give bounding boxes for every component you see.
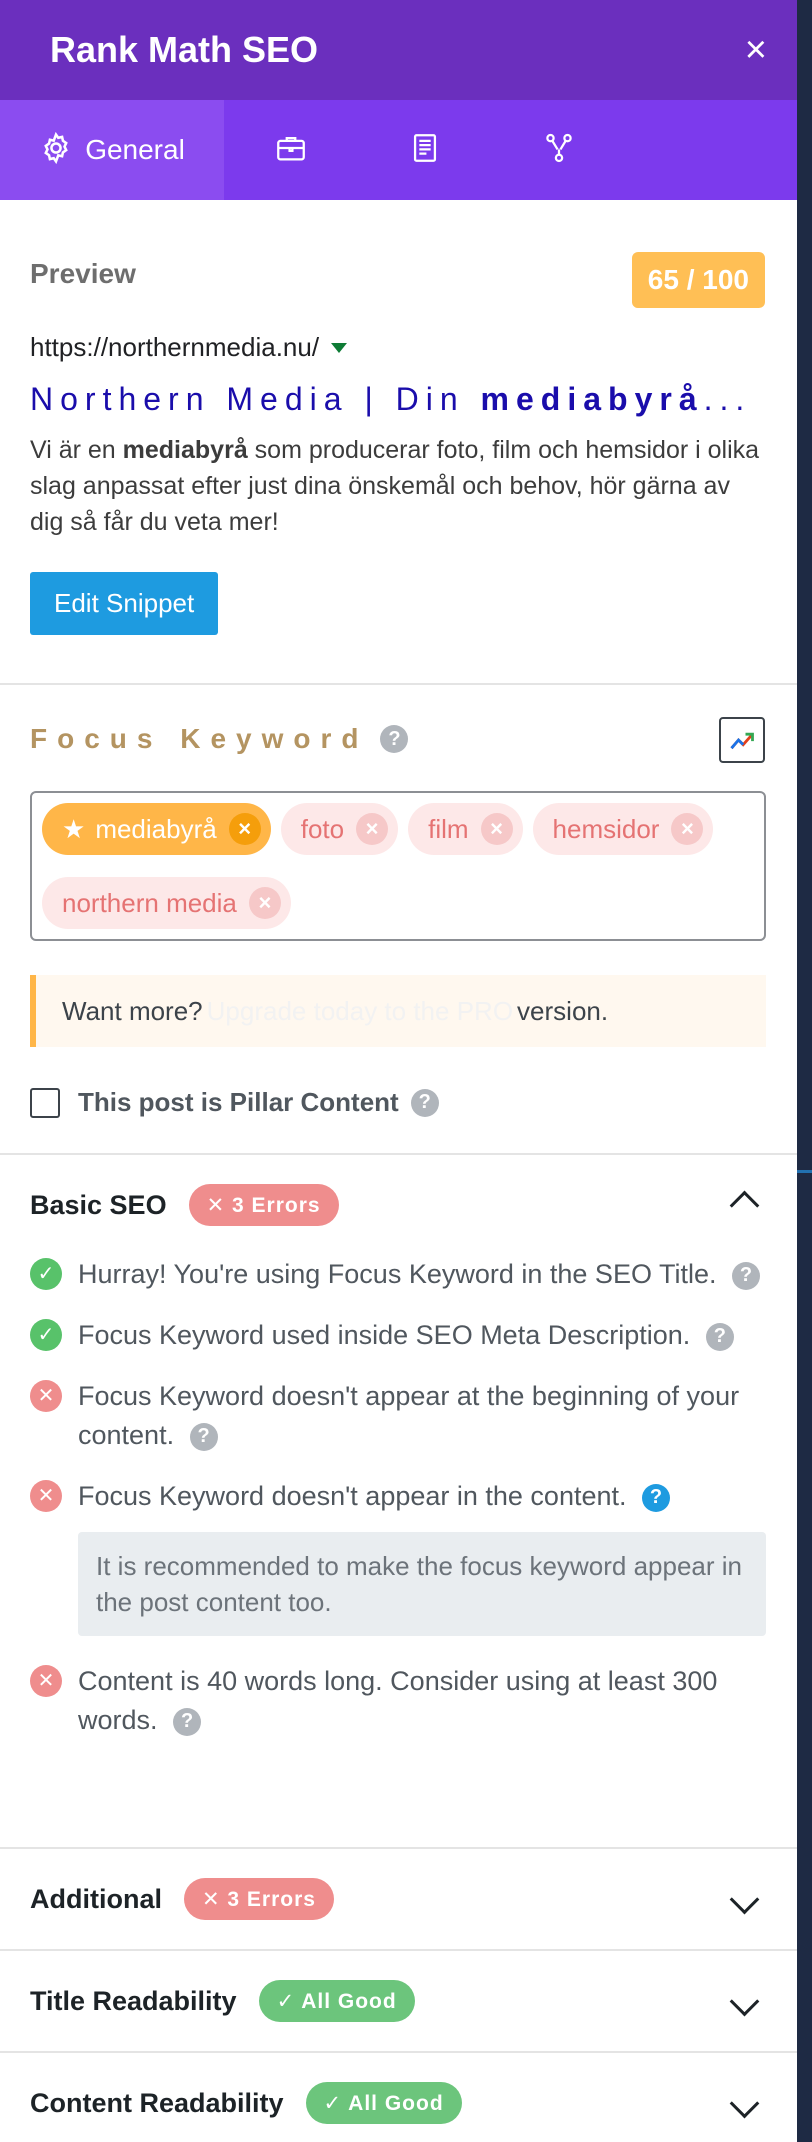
basic-seo-header[interactable]: Basic SEO ✕ 3 Errors [30,1155,767,1255]
serp-title-keyword: mediabyrå [480,381,704,417]
pillar-content-label[interactable]: This post is Pillar Content [78,1087,399,1118]
pillar-content-checkbox[interactable] [30,1087,60,1118]
check-error-icon: ✕ [30,1480,62,1512]
keyword-tag[interactable]: hemsidor × [532,803,714,855]
content-readability-title: Content Readability [30,2087,284,2118]
trend-chart-icon [730,732,754,750]
check-item: ✓ Focus Keyword used inside SEO Meta Des… [30,1316,767,1355]
all-good-badge: ✓ All Good [305,2082,462,2124]
keyword-tag-label: northern media [62,887,237,918]
remove-keyword-icon[interactable]: × [671,813,704,845]
tab-schema[interactable] [358,100,492,200]
tab-general[interactable]: General [0,100,224,200]
check-error-icon: ✕ [30,1665,62,1697]
keyword-tag[interactable]: foto × [280,803,399,855]
check-text: Focus Keyword used inside SEO Meta Descr… [78,1320,691,1350]
help-icon[interactable]: ? [705,1322,734,1351]
keyword-tag[interactable]: film × [408,803,523,855]
additional-title: Additional [30,1883,162,1914]
help-icon[interactable]: ? [380,725,409,753]
help-icon[interactable]: ? [173,1707,202,1736]
url-dropdown-arrow-icon [331,342,348,353]
check-error-icon: ✕ [30,1380,62,1412]
edit-snippet-button[interactable]: Edit Snippet [30,572,219,635]
chevron-down-icon[interactable] [729,1884,760,1914]
upgrade-link[interactable]: Upgrade today to the PRO [207,996,513,1027]
content-readability-section-header[interactable]: Content Readability ✓ All Good [0,2053,797,2142]
focus-keyword-label: Focus Keyword [30,723,369,754]
additional-section-header[interactable]: Additional ✕ 3 Errors [0,1849,797,1951]
schema-network-icon [542,131,576,170]
tab-social[interactable] [492,100,626,200]
serp-desc-prefix: Vi är en [30,436,123,464]
keyword-tag-label: mediabyrå [95,813,217,844]
help-icon-active[interactable]: ? [642,1483,671,1512]
error-count-badge: ✕ 3 Errors [188,1184,339,1226]
keyword-tag-label: film [428,813,469,844]
pillar-content-option: This post is Pillar Content ? [30,1087,439,1118]
check-text: Hurray! You're using Focus Keyword in th… [78,1259,717,1289]
check-success-icon: ✓ [30,1319,62,1351]
chevron-down-icon[interactable] [729,2088,760,2118]
remove-keyword-icon[interactable]: × [228,813,261,845]
basic-seo-title: Basic SEO [30,1189,167,1220]
basic-seo-section: Basic SEO ✕ 3 Errors ✓ Hurray! You're us… [0,1155,797,1849]
upgrade-suffix: version. [517,995,609,1026]
upgrade-notice: Want more? Upgrade today to the PRO vers… [30,975,766,1047]
focus-keyword-input[interactable]: ★ mediabyrå × foto × film × hemsidor × n… [30,791,766,941]
remove-keyword-icon[interactable]: × [356,813,389,845]
focus-keyword-title: Focus Keyword ? [30,723,409,755]
document-icon [408,131,442,170]
chevron-down-icon[interactable] [729,1986,760,2016]
snippet-preview: Preview 65 / 100 https://northernmedia.n… [0,200,797,685]
all-good-badge: ✓ All Good [258,1980,415,2022]
keyword-tag-primary[interactable]: ★ mediabyrå × [42,803,271,855]
scroll-indicator [797,1170,812,1173]
check-item: ✓ Hurray! You're using Focus Keyword in … [30,1255,767,1294]
serp-url: https://northernmedia.nu/ [30,332,767,363]
rank-math-panel: Rank Math SEO × General Preview 65 / 100… [0,0,797,2142]
tab-bar: General [0,100,797,200]
serp-desc-keyword: mediabyrå [122,436,248,464]
check-item: ✕ Content is 40 words long. Consider usi… [30,1662,767,1740]
title-readability-section-header[interactable]: Title Readability ✓ All Good [0,1951,797,2053]
check-text: Focus Keyword doesn't appear in the cont… [78,1481,627,1511]
keyword-tag[interactable]: northern media × [42,877,291,929]
keyword-tag-label: hemsidor [552,813,660,844]
seo-score-badge: 65 / 100 [631,252,765,308]
remove-keyword-icon[interactable]: × [248,887,281,919]
error-count-badge: ✕ 3 Errors [183,1878,334,1920]
title-readability-title: Title Readability [30,1985,237,2016]
gear-icon [39,131,73,170]
serp-title-ellipsis: ... [703,381,752,417]
check-item: ✕ Focus Keyword doesn't appear at the be… [30,1377,767,1455]
help-tooltip: It is recommended to make the focus keyw… [78,1532,766,1636]
serp-title[interactable]: Northern Media | Din mediabyrå... [30,381,770,418]
star-icon: ★ [62,813,86,844]
check-item: ✕ Focus Keyword doesn't appear in the co… [30,1477,767,1516]
help-icon[interactable]: ? [410,1088,439,1117]
help-icon[interactable]: ? [731,1261,760,1290]
keyword-trends-button[interactable] [719,717,765,763]
keyword-tag-label: foto [300,813,345,844]
serp-description: Vi är en mediabyrå som producerar foto, … [30,432,770,540]
tab-advanced[interactable] [224,100,358,200]
briefcase-icon [274,131,308,170]
close-icon[interactable]: × [745,31,767,69]
focus-keyword-section: Focus Keyword ? ★ mediabyrå × foto × fil… [0,685,797,1155]
serp-title-prefix: Northern Media | Din [30,381,481,417]
check-text: Focus Keyword doesn't appear at the begi… [78,1381,740,1450]
check-success-icon: ✓ [30,1258,62,1290]
serp-url-text: https://northernmedia.nu/ [30,332,320,362]
panel-title: Rank Math SEO [50,29,319,70]
tab-general-label: General [85,134,185,165]
help-icon[interactable]: ? [189,1422,218,1451]
panel-header: Rank Math SEO × [0,0,797,100]
upgrade-prefix: Want more? [62,995,203,1026]
chevron-up-icon[interactable] [729,1190,760,1220]
basic-seo-checklist: ✓ Hurray! You're using Focus Keyword in … [30,1255,767,1740]
remove-keyword-icon[interactable]: × [480,813,513,845]
